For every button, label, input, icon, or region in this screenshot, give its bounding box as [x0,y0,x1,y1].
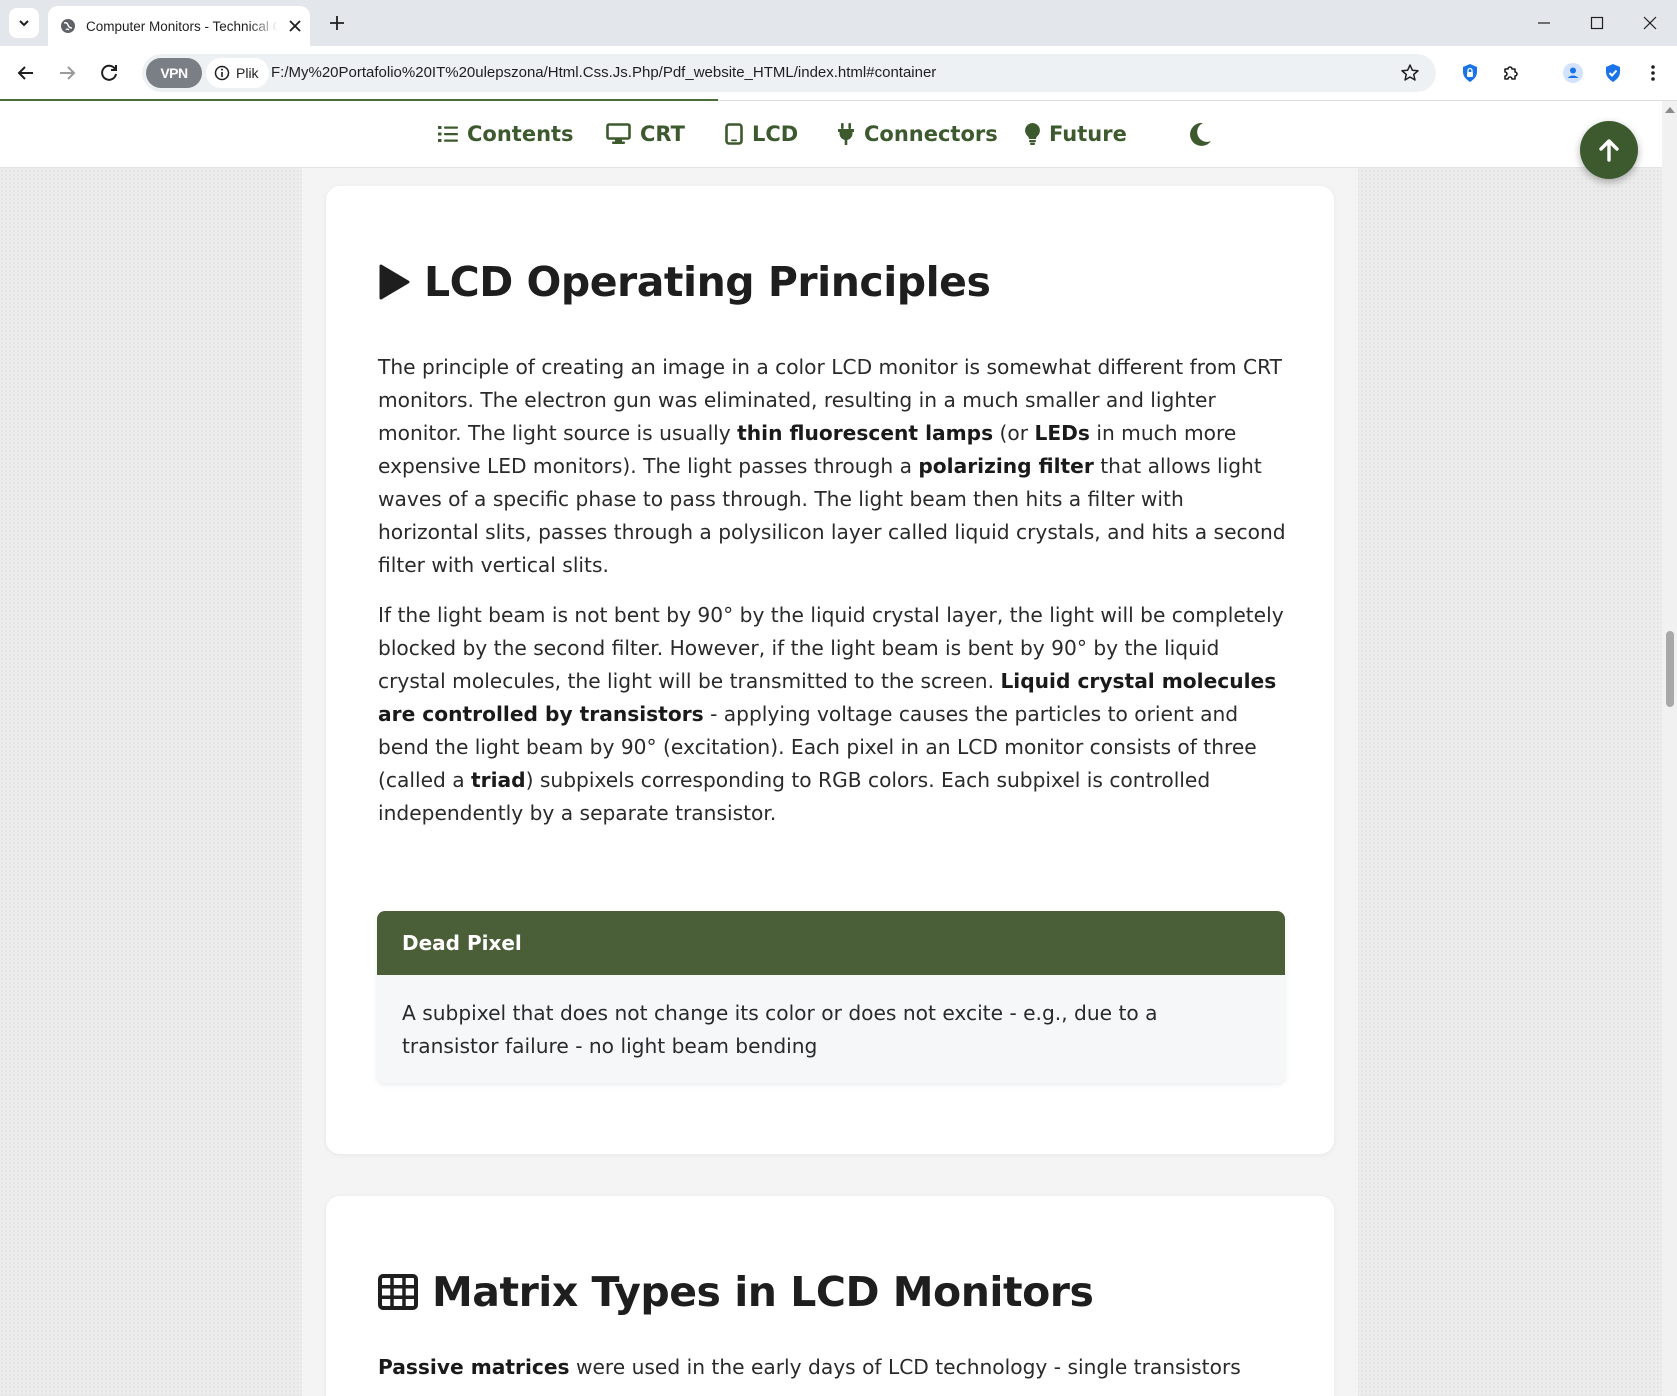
desktop-icon [606,123,631,144]
definition-box-dead-pixel: Dead Pixel A subpixel that does not chan… [377,911,1285,1083]
shield-check-icon [1606,64,1620,82]
minimize-icon [1538,22,1550,24]
nav-link-contents[interactable]: Contents [438,101,574,167]
minimize-button[interactable] [1518,0,1570,46]
extension-shield-button[interactable] [1456,59,1484,87]
kebab-menu-icon [1651,65,1655,81]
paragraph-lcd-principles-2: If the light beam is not bent by 90° by … [378,599,1288,830]
site-info-label: Plik [236,65,259,81]
maximize-button[interactable] [1571,0,1623,46]
nav-label-contents: Contents [467,122,574,146]
tab-title: Computer Monitors - Technical Overview [86,18,278,34]
bookmark-button[interactable] [1396,59,1424,87]
reload-icon [101,64,117,81]
bold-term: Passive matrices [378,1355,570,1379]
back-button[interactable] [12,59,40,87]
play-icon [379,264,410,300]
tablet-icon [725,123,743,145]
tab-search-button[interactable] [9,8,39,38]
bold-term: triad [471,768,526,792]
paragraph-matrix-types-1: Passive matrices were used in the early … [378,1351,1288,1384]
extensions-button[interactable] [1497,59,1525,87]
arrow-left-icon [17,66,33,80]
address-bar[interactable]: VPN Plik F:/My%20Portafolio%20IT%20uleps… [142,54,1436,92]
definition-body: A subpixel that does not change its colo… [402,1001,1158,1058]
site-navbar: Contents CRT LCD Connectors Future [0,101,1662,168]
close-tab-icon[interactable] [286,17,304,35]
section-card-matrix-types: Matrix Types in LCD Monitors Passive mat… [326,1196,1334,1396]
arrow-right-icon [60,66,76,80]
profile-button[interactable] [1559,59,1587,87]
browser-menu-button[interactable] [1639,59,1667,87]
chevron-down-icon [19,20,29,27]
section-card-lcd-principles: LCD Operating Principles The principle o… [326,186,1334,1154]
page-viewport: Contents CRT LCD Connectors Future LCD O… [0,101,1662,1396]
bold-term: thin fluorescent lamps [737,421,994,445]
plug-icon [838,123,854,145]
globe-icon [61,19,75,33]
list-icon [438,126,458,142]
browser-tabstrip: Computer Monitors - Technical Overview [0,0,1677,47]
browser-tab[interactable]: Computer Monitors - Technical Overview [48,6,310,46]
nav-label-connectors: Connectors [864,122,998,146]
plus-icon [330,16,344,30]
nav-link-crt[interactable]: CRT [606,101,685,167]
url-text[interactable]: F:/My%20Portafolio%20IT%20ulepszona/Html… [271,54,936,92]
maximize-icon [1590,16,1604,30]
vpn-badge[interactable]: VPN [146,58,202,88]
scroll-up-arrow-icon[interactable] [1665,107,1675,113]
security-extension-button[interactable] [1599,59,1627,87]
paragraph-lcd-principles-1: The principle of creating an image in a … [378,351,1288,582]
moon-icon [1190,122,1211,146]
back-to-top-button[interactable] [1580,121,1638,179]
bold-term: LEDs [1034,421,1090,445]
nav-label-crt: CRT [640,122,685,146]
close-icon [1643,16,1657,30]
scrollbar-thumb[interactable] [1666,631,1674,707]
nav-label-future: Future [1049,122,1127,146]
nav-link-lcd[interactable]: LCD [725,101,798,167]
theme-toggle-button[interactable] [1184,118,1216,150]
info-icon [214,65,230,81]
star-icon [1401,64,1419,81]
reload-button[interactable] [95,59,123,87]
close-window-button[interactable] [1624,0,1676,46]
puzzle-icon [1504,66,1518,80]
page-scrollbar[interactable] [1662,101,1677,1396]
section-heading-matrix-types: Matrix Types in LCD Monitors [378,1268,1094,1316]
table-icon [378,1274,418,1310]
text-run: were used in the early days of LCD techn… [569,1355,1241,1379]
definition-title: Dead Pixel [377,911,1285,975]
new-tab-button[interactable] [324,10,350,36]
nav-label-lcd: LCD [752,122,799,146]
forward-button[interactable] [53,59,81,87]
site-info-chip[interactable]: Plik [206,58,269,88]
arrow-up-icon [1599,139,1619,162]
lightbulb-icon [1025,123,1040,145]
bold-term: polarizing filter [918,454,1094,478]
shield-lock-icon [1463,64,1477,82]
text-run: (or [993,421,1035,445]
browser-toolbar: VPN Plik F:/My%20Portafolio%20IT%20uleps… [0,46,1677,101]
nav-link-future[interactable]: Future [1025,101,1127,167]
nav-link-connectors[interactable]: Connectors [837,101,998,167]
section-heading-text: LCD Operating Principles [424,258,991,306]
profile-icon [1563,63,1583,83]
section-heading-lcd-principles: LCD Operating Principles [378,258,991,306]
section-heading-text: Matrix Types in LCD Monitors [432,1268,1094,1316]
